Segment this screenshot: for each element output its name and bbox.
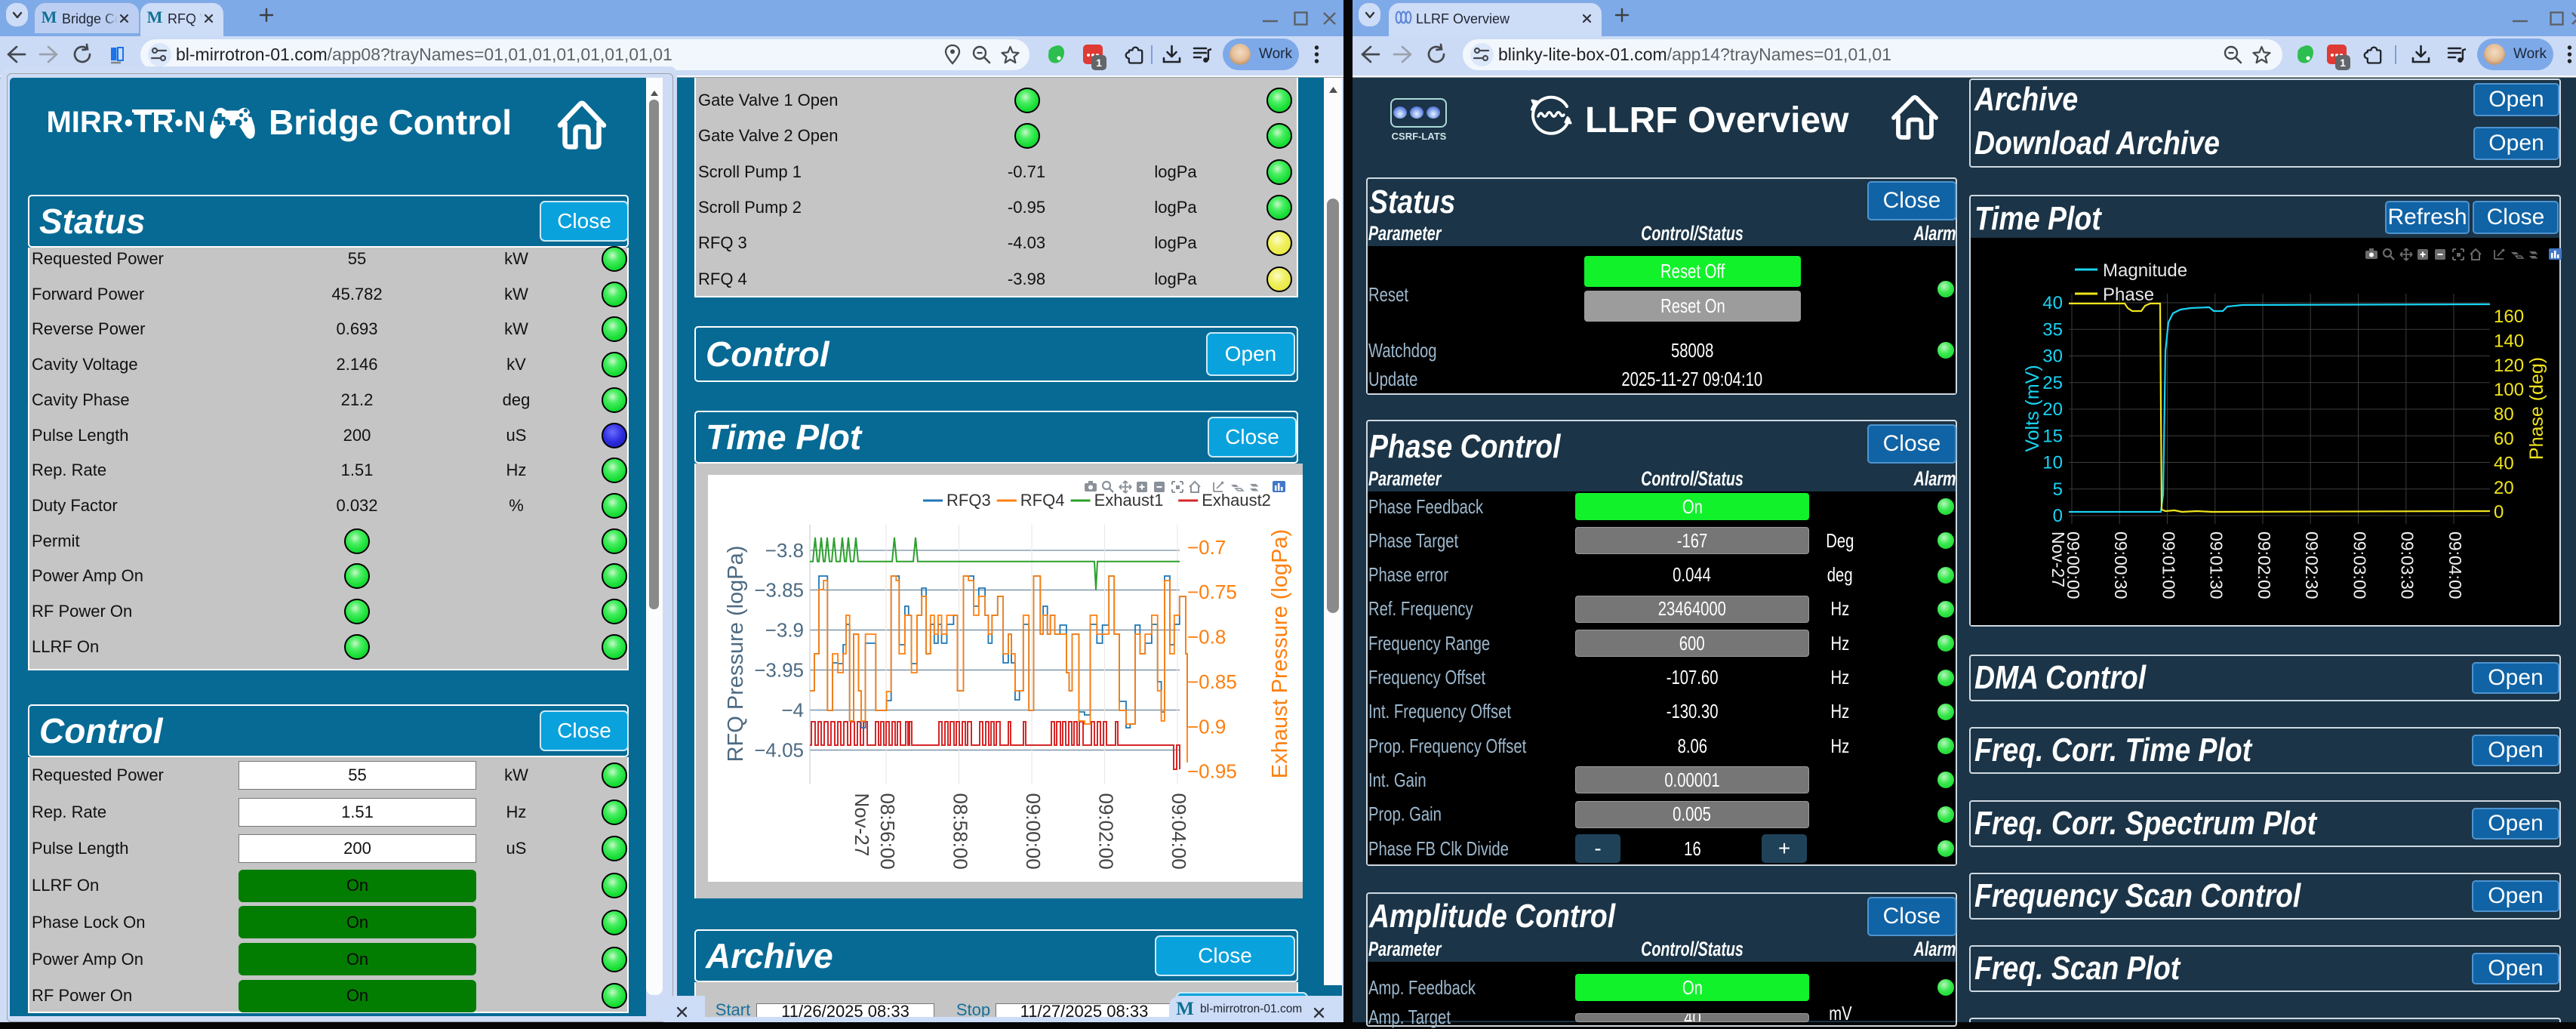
- svg-text:Magnitude: Magnitude: [2103, 260, 2187, 281]
- svg-text:Exhaust Pressure (logPa): Exhaust Pressure (logPa): [1268, 529, 1292, 778]
- svg-text:80: 80: [2494, 405, 2514, 425]
- svg-text:−3.95: −3.95: [754, 659, 804, 682]
- svg-text:5: 5: [2053, 479, 2063, 500]
- svg-text:40: 40: [2494, 453, 2514, 473]
- svg-text:09:00:30: 09:00:30: [2111, 531, 2131, 599]
- svg-text:09:01:00: 09:01:00: [2159, 531, 2178, 599]
- svg-text:10: 10: [2042, 453, 2063, 473]
- svg-text:08:56:00: 08:56:00: [876, 793, 899, 870]
- svg-text:09:00:00: 09:00:00: [1022, 793, 1045, 870]
- svg-text:−0.8: −0.8: [1187, 626, 1226, 649]
- svg-text:Phase (deg): Phase (deg): [2526, 357, 2547, 460]
- svg-text:60: 60: [2494, 429, 2514, 449]
- svg-text:09:03:30: 09:03:30: [2398, 531, 2418, 599]
- svg-text:20: 20: [2494, 478, 2514, 498]
- svg-text:15: 15: [2042, 426, 2063, 446]
- svg-text:Volts (mV): Volts (mV): [2022, 365, 2043, 451]
- svg-text:−0.75: −0.75: [1187, 581, 1237, 603]
- svg-text:160: 160: [2494, 307, 2524, 327]
- svg-text:−0.9: −0.9: [1187, 716, 1226, 738]
- svg-text:RFQ Pressure (logPa): RFQ Pressure (logPa): [724, 546, 748, 763]
- svg-text:−3.9: −3.9: [765, 619, 804, 642]
- svg-text:−0.7: −0.7: [1187, 536, 1226, 559]
- svg-text:09:02:30: 09:02:30: [2302, 531, 2322, 599]
- svg-text:20: 20: [2042, 399, 2063, 420]
- svg-text:−3.8: −3.8: [765, 539, 804, 562]
- svg-text:−4: −4: [781, 699, 804, 722]
- svg-text:140: 140: [2494, 331, 2524, 351]
- svg-text:Nov-27: Nov-27: [851, 793, 873, 857]
- svg-text:Exhaust2: Exhaust2: [1202, 491, 1271, 510]
- svg-text:08:58:00: 08:58:00: [949, 793, 972, 870]
- svg-text:−3.85: −3.85: [754, 579, 804, 602]
- svg-text:RFQ4: RFQ4: [1020, 491, 1065, 510]
- svg-text:09:02:00: 09:02:00: [1095, 793, 1118, 870]
- svg-text:0: 0: [2494, 502, 2504, 522]
- svg-text:40: 40: [2042, 293, 2063, 313]
- svg-text:Nov-27: Nov-27: [2048, 531, 2068, 587]
- svg-text:−0.95: −0.95: [1187, 760, 1237, 783]
- svg-text:120: 120: [2494, 356, 2524, 376]
- svg-text:0: 0: [2053, 506, 2063, 526]
- svg-text:09:01:30: 09:01:30: [2207, 531, 2227, 599]
- svg-text:−0.85: −0.85: [1187, 670, 1237, 693]
- svg-text:09:02:00: 09:02:00: [2254, 531, 2274, 599]
- svg-text:RFQ3: RFQ3: [946, 491, 991, 510]
- svg-text:09:03:00: 09:03:00: [2350, 531, 2369, 599]
- svg-text:Phase: Phase: [2103, 285, 2154, 305]
- svg-text:25: 25: [2042, 373, 2063, 393]
- svg-text:100: 100: [2494, 380, 2524, 400]
- svg-text:09:04:00: 09:04:00: [2445, 531, 2465, 599]
- svg-text:09:04:00: 09:04:00: [1168, 793, 1190, 870]
- svg-text:30: 30: [2042, 347, 2063, 367]
- svg-text:−4.05: −4.05: [754, 739, 804, 762]
- svg-text:35: 35: [2042, 319, 2063, 340]
- svg-text:Exhaust1: Exhaust1: [1094, 491, 1164, 510]
